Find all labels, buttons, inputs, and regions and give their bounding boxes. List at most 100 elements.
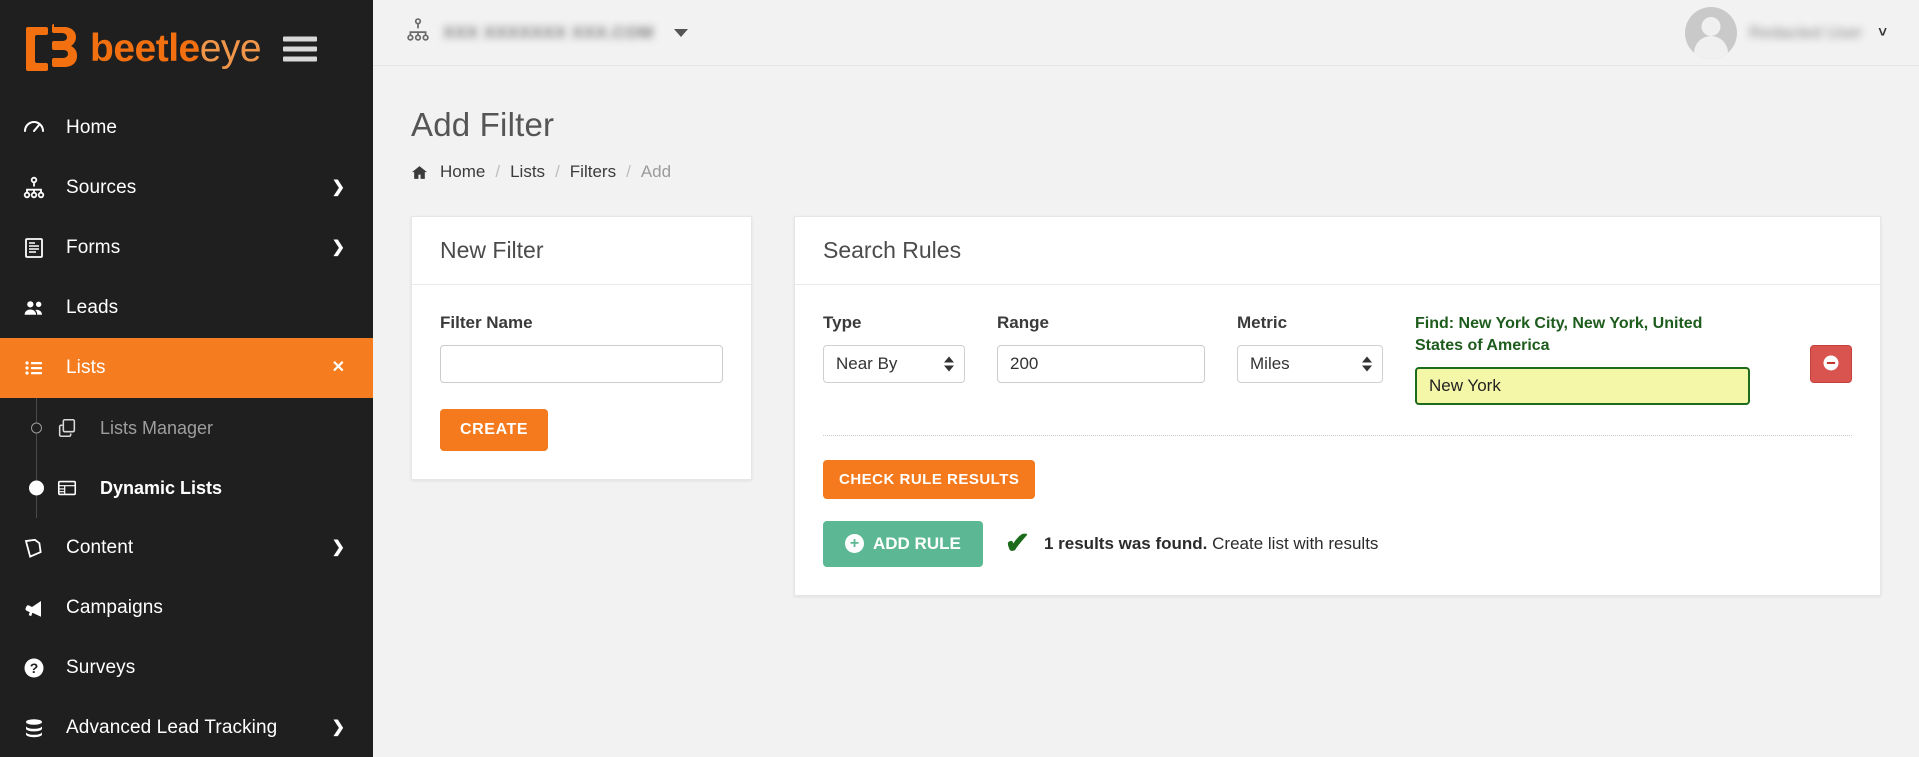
chevron-down-icon[interactable] [673, 28, 688, 37]
list-icon [22, 356, 56, 380]
sidebar-item-home[interactable]: Home [0, 98, 373, 158]
metric-label: Metric [1237, 313, 1288, 332]
section-divider [823, 434, 1852, 436]
sidebar-submenu-lists: Lists Manager Dynamic Lists [0, 398, 373, 518]
sidebar-item-content[interactable]: Content ❯ [0, 518, 373, 578]
submenu-label-dynamic-lists: Dynamic Lists [100, 477, 223, 498]
chevron-down-icon: ✕ [331, 359, 345, 376]
sidebar-label-sources: Sources [66, 177, 137, 198]
rule-find-field: Find: New York City, New York, United St… [1415, 313, 1750, 405]
breadcrumb-separator: / [555, 162, 560, 181]
filter-name-input[interactable] [440, 345, 723, 383]
sidebar-nav: Home Sources ❯ Forms ❯ Leads Lists ✕ Lis… [0, 98, 373, 757]
rule-remove-col [1782, 313, 1852, 383]
hamburger-menu-icon[interactable] [283, 32, 317, 67]
search-rules-body: Type Near By Range 200 Metric Miles Find… [795, 285, 1880, 595]
submenu-label-lists-manager: Lists Manager [100, 417, 214, 438]
type-select-wrap: Near By [823, 345, 965, 383]
user-name: Redacted User [1748, 22, 1863, 42]
breadcrumb-separator: / [495, 162, 501, 181]
create-button[interactable]: CREATE [440, 409, 549, 451]
chevron-right-icon: ❯ [331, 539, 345, 556]
metric-select-wrap: Miles [1237, 345, 1383, 383]
check-rule-results-button[interactable]: CHECK RULE RESULTS [823, 459, 1036, 499]
sort-arrows-icon [944, 356, 954, 372]
find-input[interactable] [1415, 366, 1750, 405]
sort-arrows-icon [1362, 356, 1372, 372]
sidebar-item-lists[interactable]: Lists ✕ [0, 338, 373, 398]
app-root: beetleeye Home Sources ❯ Forms ❯ Leads L… [0, 0, 1919, 757]
account-selector[interactable]: XXX XXXXXXX XXX.COM [405, 17, 688, 48]
copy-icon [56, 417, 90, 439]
result-count-text: 1 results was found. [1043, 533, 1208, 553]
sidebar-label-campaigns: Campaigns [66, 597, 164, 618]
add-rule-label: ADD RULE [873, 533, 961, 553]
users-icon [22, 296, 56, 321]
sitemap-icon [405, 17, 431, 48]
brand-part-1: beetle [90, 27, 200, 70]
breadcrumb-item-filters[interactable]: Filters [570, 162, 616, 182]
brand-header: beetleeye [0, 0, 373, 98]
page-title: Add Filter [411, 106, 555, 143]
search-rules-card: Search Rules Type Near By Range 200 Metr… [794, 216, 1881, 596]
plus-circle-icon: + [845, 534, 864, 553]
result-message: ✔ 1 results was found. Create list with … [1004, 526, 1379, 560]
form-icon [22, 236, 56, 260]
submenu-bullet-active [29, 480, 44, 496]
home-icon [411, 164, 428, 181]
beetleeye-logo-icon [26, 24, 77, 71]
chevron-down-icon[interactable]: ˅ [1878, 25, 1887, 40]
add-rule-button[interactable]: + ADD RULE [823, 520, 983, 567]
breadcrumb-item-home[interactable]: Home [440, 162, 485, 182]
minus-circle-icon [1821, 353, 1841, 376]
rule-type-field: Type Near By [823, 313, 965, 383]
check-mark-icon: ✔ [1004, 526, 1030, 560]
range-label: Range [997, 313, 1049, 332]
sidebar: beetleeye Home Sources ❯ Forms ❯ Leads L… [0, 0, 373, 757]
svg-text:?: ? [30, 660, 39, 676]
type-label: Type [823, 313, 862, 332]
sidebar-item-campaigns[interactable]: Campaigns [0, 578, 373, 638]
account-name: XXX XXXXXXX XXX.COM [443, 22, 654, 42]
sidebar-label-surveys: Surveys [66, 657, 136, 678]
submenu-bullet [31, 422, 42, 434]
range-input[interactable] [997, 345, 1205, 383]
page-content: Add Filter Home / Lists / Filters / Add [373, 66, 1919, 757]
sidebar-item-leads[interactable]: Leads [0, 278, 373, 338]
sidebar-label-content: Content [66, 537, 134, 558]
chevron-right-icon: ❯ [331, 239, 345, 256]
breadcrumb-item-lists[interactable]: Lists [510, 162, 545, 182]
top-bar: XXX XXXXXXX XXX.COM Redacted User ˅ [373, 0, 1919, 66]
new-filter-heading: New Filter [412, 217, 751, 285]
user-menu[interactable]: Redacted User ˅ [1684, 6, 1887, 59]
speedometer-icon [22, 116, 56, 140]
create-list-link[interactable]: Create list with results [1212, 534, 1378, 553]
brand-part-2: eye [199, 27, 262, 70]
question-circle-icon: ? [22, 656, 56, 680]
sidebar-item-advanced-lead-tracking[interactable]: Advanced Lead Tracking ❯ [0, 698, 373, 757]
sidebar-item-sources[interactable]: Sources ❯ [0, 158, 373, 218]
sidebar-label-leads: Leads [66, 297, 119, 318]
remove-rule-button[interactable] [1810, 345, 1852, 383]
rule-metric-field: Metric Miles [1237, 313, 1383, 383]
breadcrumb-item-add: Add [640, 162, 672, 181]
sidebar-label-forms: Forms [66, 237, 121, 258]
sidebar-item-dynamic-lists[interactable]: Dynamic Lists [0, 458, 373, 518]
rule-range-field: Range [997, 313, 1205, 383]
filter-name-label: Filter Name [440, 313, 533, 332]
breadcrumb: Home / Lists / Filters / Add [411, 162, 1881, 182]
rule-row: Type Near By Range 200 Metric Miles Find… [823, 313, 1852, 405]
database-icon [22, 716, 56, 740]
sidebar-item-forms[interactable]: Forms ❯ [0, 218, 373, 278]
sidebar-item-surveys[interactable]: ? Surveys [0, 638, 373, 698]
sidebar-label-home: Home [66, 117, 118, 138]
breadcrumb-separator: / [626, 162, 631, 181]
chevron-right-icon: ❯ [331, 179, 345, 196]
avatar [1684, 6, 1737, 59]
pages-icon [22, 536, 56, 560]
megaphone-icon [22, 596, 56, 620]
main-area: XXX XXXXXXX XXX.COM Redacted User ˅ Add … [373, 0, 1919, 757]
sidebar-item-lists-manager[interactable]: Lists Manager [0, 398, 373, 458]
sidebar-label-lists: Lists [66, 357, 106, 378]
sitemap-icon [22, 176, 56, 200]
